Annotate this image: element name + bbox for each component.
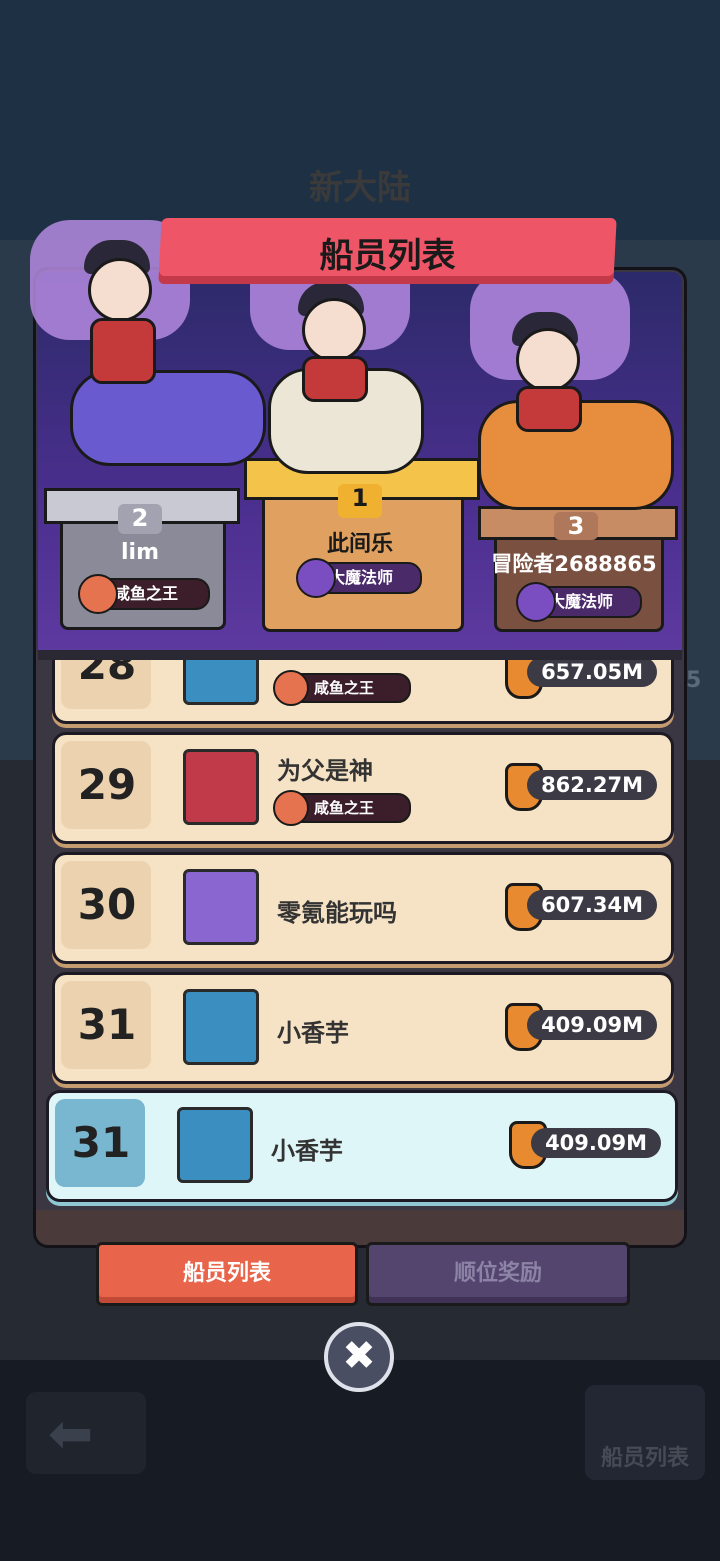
ranking-row[interactable]: 30 零氪能玩吗 607.34M (52, 852, 674, 964)
back-arrow-icon: ⬅ (48, 1402, 94, 1465)
player-name: 为父是神 (277, 757, 373, 785)
title-label: 大魔法师 (548, 592, 613, 611)
rank-number: 29 (77, 760, 137, 809)
player-name: 小香芋 (277, 1019, 349, 1047)
rank-1-badge: 1 (338, 484, 382, 518)
rank-number: 30 (77, 880, 137, 929)
title-label: 咸鱼之王 (313, 799, 374, 817)
title-label: 咸鱼之王 (313, 679, 374, 697)
panel-title: 船员列表 (319, 236, 456, 276)
hero-face-icon (516, 328, 580, 392)
close-button[interactable]: ✖ (324, 1322, 394, 1392)
crew-list-side-label: 船员列表 (600, 1446, 689, 1471)
power-value: 862.27M (527, 770, 657, 800)
region-title: 新大陆 (309, 168, 411, 208)
power-value: 409.09M (531, 1128, 661, 1158)
title-label: 咸鱼之王 (113, 584, 178, 603)
title-badge-rank-3: 大魔法师 (516, 582, 642, 622)
hero-face-icon (88, 258, 152, 322)
ranking-row[interactable]: 29 为父是神 咸鱼之王 862.27M (52, 732, 674, 844)
hero-body-icon (516, 386, 582, 432)
podium-divider (38, 650, 682, 660)
tab-rank-rewards[interactable]: 顺位奖励 (366, 1242, 630, 1306)
title-badge: 咸鱼之王 (273, 670, 411, 706)
podium-name-rank-2: lim (120, 540, 159, 565)
crystal-avatar-icon (183, 989, 259, 1065)
power-value: 607.34M (527, 890, 657, 920)
ranking-row[interactable]: 31 小香芋 409.09M (52, 972, 674, 1084)
crystal-avatar-icon (177, 1107, 253, 1183)
background-stat: 5 (686, 668, 702, 693)
panel-bottom-edge (36, 1210, 684, 1245)
rank-number: 31 (77, 1000, 137, 1049)
title-badge-rank-1: 大魔法师 (296, 558, 422, 598)
title-badge: 咸鱼之王 (273, 790, 411, 826)
hero-body-icon (90, 318, 156, 384)
fish-king-icon (273, 670, 309, 706)
title-label: 大魔法师 (328, 568, 393, 587)
close-icon: ✖ (342, 1333, 376, 1379)
dark-beast-mount-icon (70, 370, 266, 466)
podium-name-rank-3: 冒险者2688865 (491, 552, 657, 576)
rank-number: 31 (71, 1118, 131, 1167)
hero-body-icon (302, 356, 368, 402)
fish-king-icon (273, 790, 309, 826)
bunny-avatar-icon (183, 869, 259, 945)
back-button[interactable]: ⬅ (26, 1392, 146, 1474)
tab-crew-list[interactable]: 船员列表 (96, 1242, 358, 1306)
crew-list-side-button[interactable]: 船员列表 (585, 1385, 705, 1480)
hero-face-icon (302, 298, 366, 362)
fish-king-icon (78, 574, 118, 614)
podium-name-rank-1: 此间乐 (326, 532, 393, 557)
player-name: 零氪能玩吗 (277, 899, 397, 927)
title-badge-rank-2: 咸鱼之王 (78, 574, 210, 614)
star-badge-icon (296, 558, 336, 598)
player-name: 小香芋 (271, 1137, 343, 1165)
hero-avatar-icon (183, 749, 259, 825)
rank-2-badge: 2 (118, 504, 162, 534)
power-value: 409.09M (527, 1010, 657, 1040)
self-ranking-row[interactable]: 31 小香芋 409.09M (46, 1090, 678, 1202)
power-value: 657.05M (527, 657, 657, 687)
rank-3-badge: 3 (554, 512, 598, 540)
star-badge-icon (516, 582, 556, 622)
